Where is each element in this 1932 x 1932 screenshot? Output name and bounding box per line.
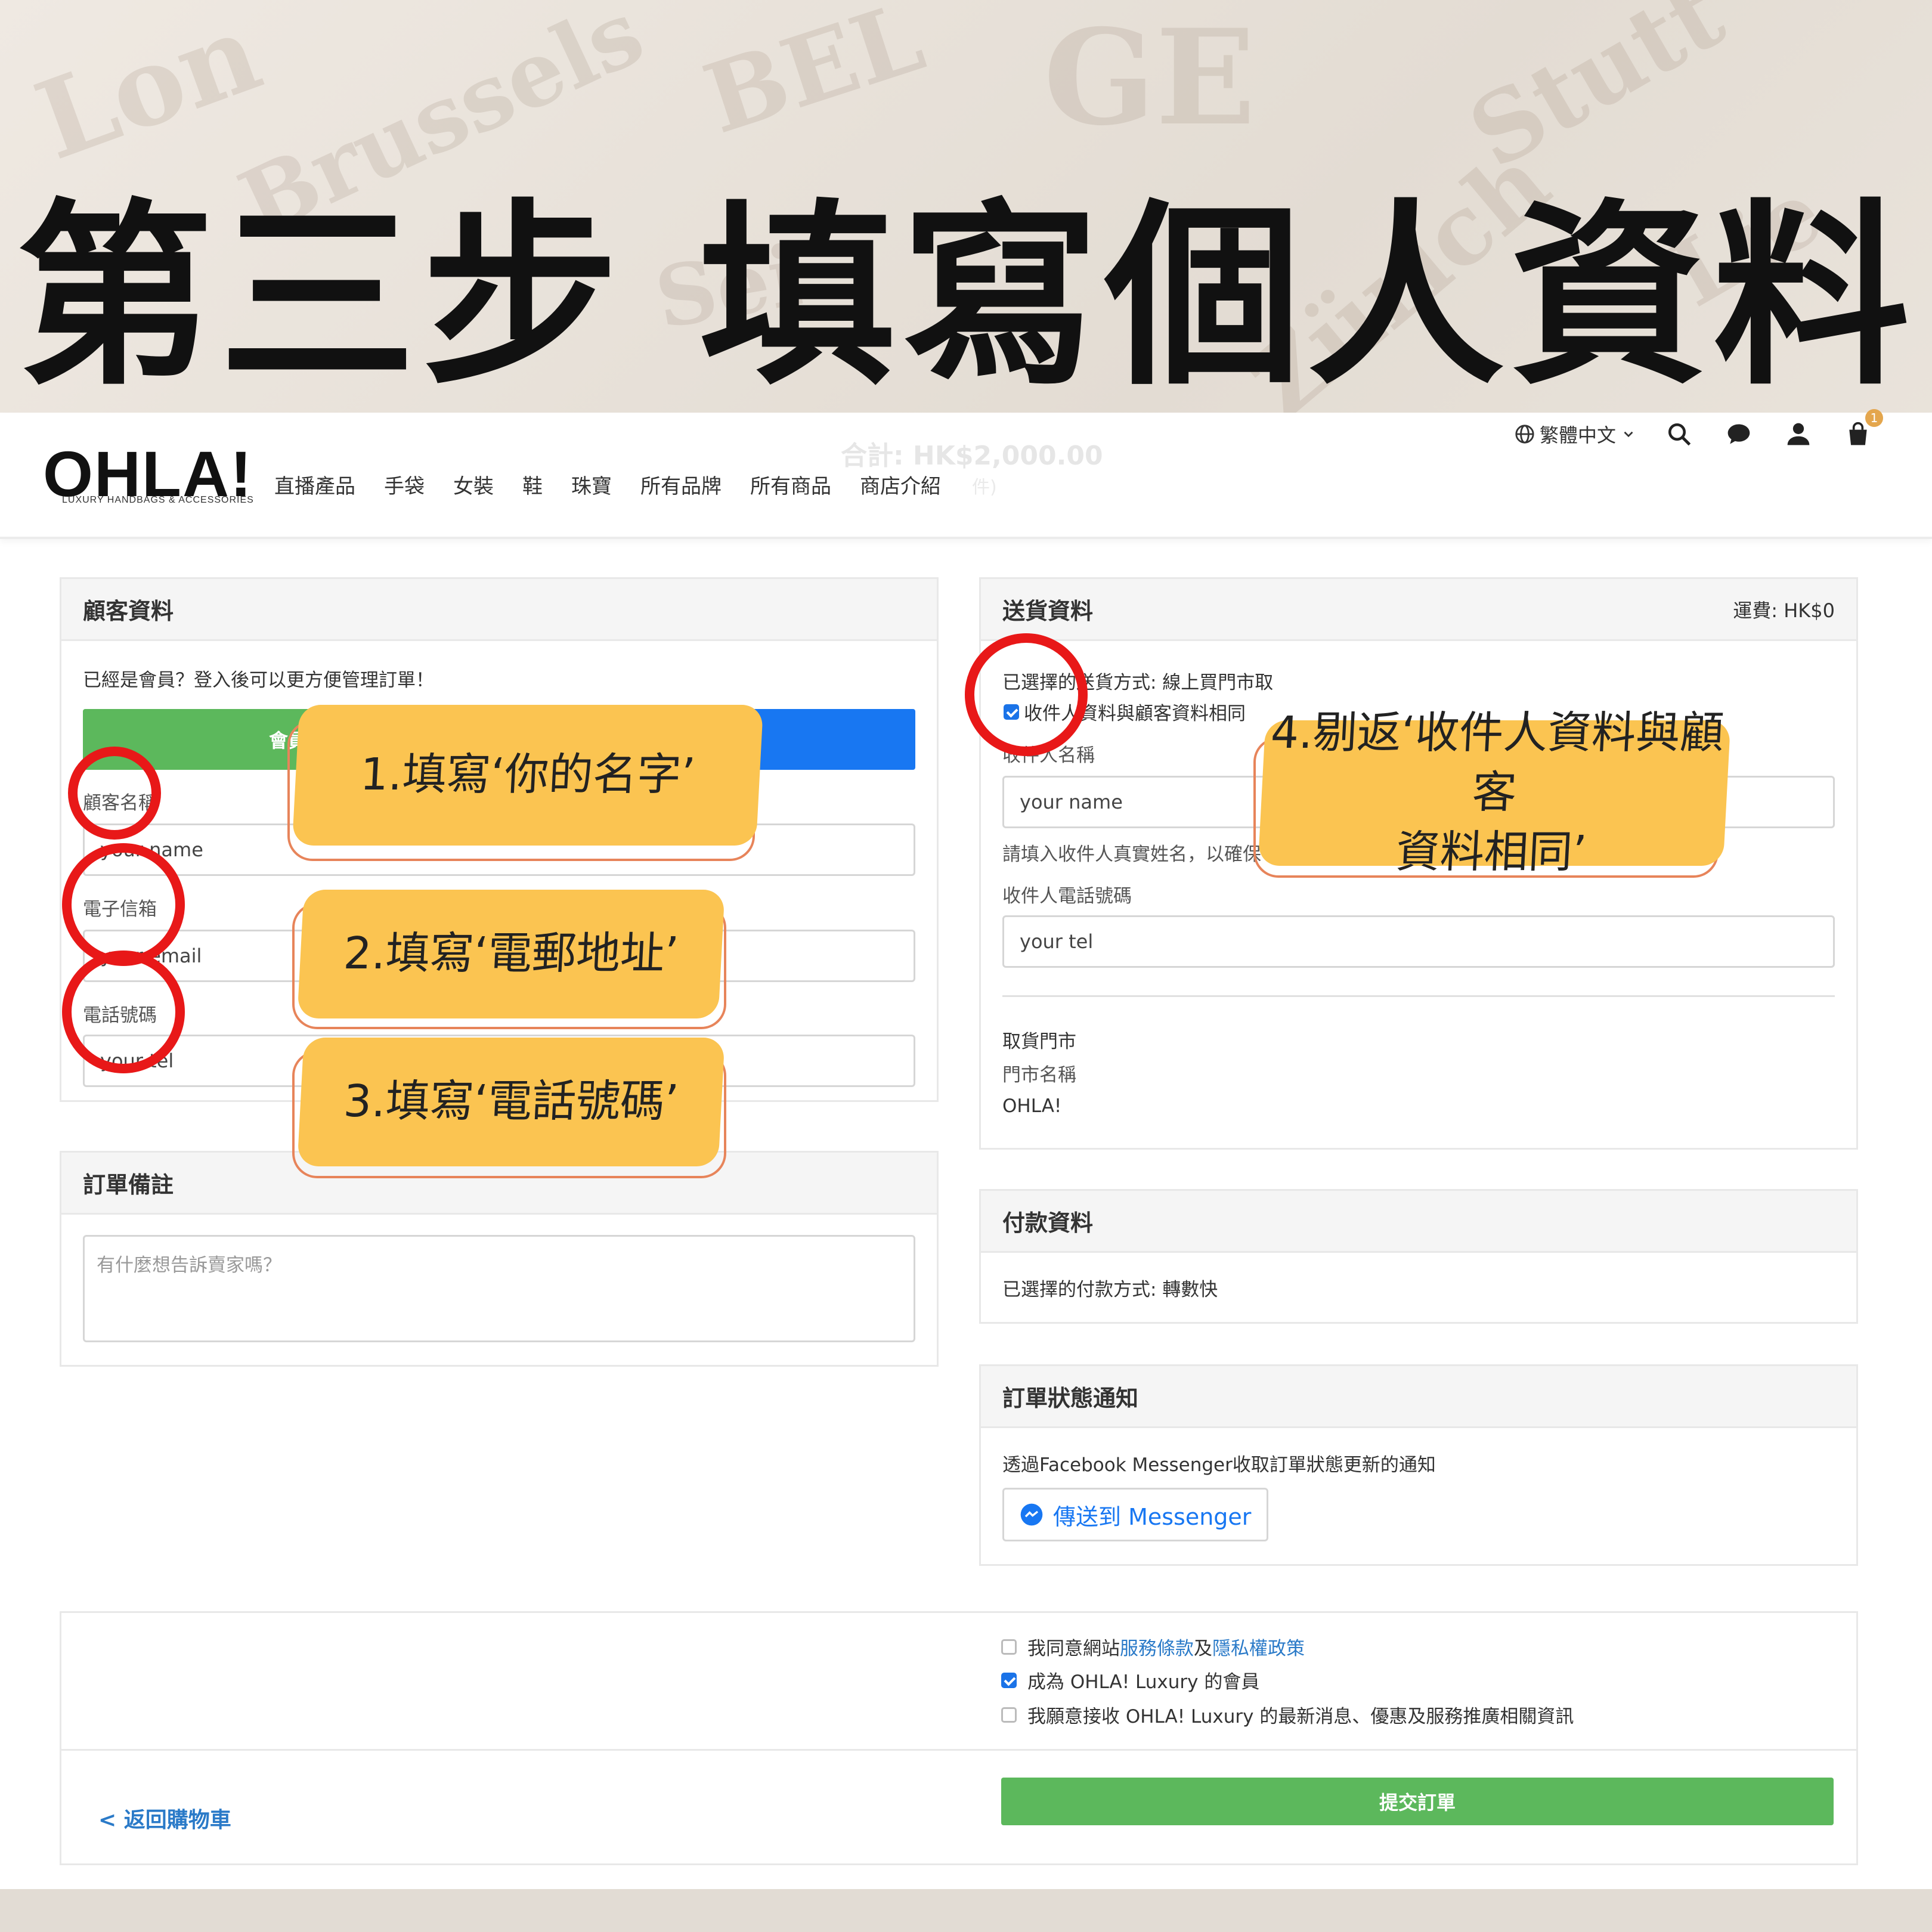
nav-item-shoes[interactable]: 鞋	[522, 470, 543, 499]
globe-icon	[1515, 425, 1534, 444]
page-headline: 第三步 填寫個人資料	[16, 182, 1916, 411]
nav-item-womenswear[interactable]: 女裝	[453, 470, 494, 499]
callout-step-4: 4.剔返‘收件人資料與顧客 資料相同’	[1258, 707, 1731, 878]
newsletter-label: 我願意接收 OHLA! Luxury 的最新消息、優惠及服務推廣相關資訊	[1027, 1706, 1574, 1727]
footer-divider	[61, 1749, 1856, 1751]
highlight-ring-email	[62, 843, 185, 966]
highlight-ring-phone	[62, 950, 185, 1073]
store-name-value: OHLA!	[1002, 1095, 1062, 1117]
user-icon	[1787, 423, 1810, 445]
become-member-label: 成為 OHLA! Luxury 的會員	[1027, 1671, 1260, 1693]
recipient-phone-label: 收件人電話號碼	[1002, 886, 1132, 907]
nav-item-jewelry[interactable]: 珠寶	[571, 470, 612, 499]
language-label: 繁體中文	[1540, 424, 1617, 447]
send-to-messenger-button[interactable]: 傳送到 Messenger	[1002, 1488, 1269, 1541]
privacy-link[interactable]: 隱私權政策	[1212, 1638, 1305, 1659]
account-button[interactable]	[1782, 417, 1815, 451]
submit-order-button[interactable]: 提交訂單	[1001, 1778, 1834, 1825]
header-tools: 繁體中文 1	[1515, 409, 1884, 451]
messenger-icon	[1020, 1503, 1043, 1526]
callout-step-4-line2: 資料相同’	[1394, 826, 1588, 878]
terms-link[interactable]: 服務條款	[1120, 1638, 1194, 1659]
callout-step-4-line1: 4.剔返‘收件人資料與顧客	[1269, 707, 1726, 819]
terms-label: 我同意網站服務條款及隱私權政策	[1027, 1638, 1305, 1659]
bottom-map-strip	[0, 1889, 1932, 1932]
send-to-messenger-label: 傳送到 Messenger	[1053, 1503, 1252, 1530]
back-to-cart-link[interactable]: < 返回購物車	[98, 1803, 231, 1834]
search-button[interactable]	[1662, 417, 1696, 451]
callout-step-3: 3.填寫‘電話號碼’	[297, 1038, 725, 1166]
order-notification-title: 訂單狀態通知	[1002, 1385, 1139, 1411]
highlight-ring-same-as-customer	[965, 633, 1088, 756]
nav-item-live[interactable]: 直播產品	[274, 470, 355, 499]
order-note-title: 訂單備註	[83, 1172, 174, 1198]
main-nav: 直播產品 手袋 女裝 鞋 珠寶 所有品牌 所有商品 商店介紹	[274, 470, 941, 499]
search-icon	[1668, 423, 1691, 446]
pickup-store-label: 取貨門市	[1002, 1031, 1076, 1052]
language-selector[interactable]: 繁體中文	[1515, 420, 1636, 448]
order-note-textarea[interactable]: 有什麼想告訴賣家嗎？	[83, 1235, 915, 1342]
nav-item-brands[interactable]: 所有品牌	[640, 470, 722, 499]
payment-method: 已選擇的付款方式: 轉數快	[1002, 1279, 1218, 1301]
cart-icon	[1849, 422, 1867, 445]
shipping-info-title: 送貨資料	[1002, 598, 1094, 624]
cart-total-ghost: 合計: HK$2,000.00	[841, 441, 1103, 471]
newsletter-checkbox[interactable]	[1001, 1707, 1017, 1723]
shipping-fee: 運費: HK$0	[1733, 599, 1835, 622]
payment-info-title: 付款資料	[1002, 1210, 1094, 1236]
cart-button[interactable]: 1	[1841, 409, 1884, 451]
order-note-panel: 訂單備註 有什麼想告訴賣家嗎？	[60, 1151, 939, 1367]
checkout-screen: OHLA! LUXURY HANDBAGS & ACCESSORIES 合計: …	[0, 409, 1932, 1889]
member-prompt: 已經是會員？登入後可以更方便管理訂單！	[83, 670, 434, 691]
cart-count-badge: 1	[1865, 409, 1884, 427]
agreements-panel: 我同意網站服務條款及隱私權政策 成為 OHLA! Luxury 的會員 我願意接…	[60, 1611, 1858, 1865]
recipient-name-hint: 請填入收件人真實姓名，以確保	[1002, 844, 1261, 865]
nav-item-handbags[interactable]: 手袋	[384, 470, 425, 499]
become-member-checkbox[interactable]	[1001, 1673, 1017, 1688]
site-header: OHLA! LUXURY HANDBAGS & ACCESSORIES 合計: …	[0, 409, 1932, 539]
highlight-ring-name	[68, 747, 161, 840]
callout-step-2: 2.填寫‘電郵地址’	[297, 890, 725, 1018]
payment-info-panel: 付款資料 已選擇的付款方式: 轉數快	[979, 1189, 1858, 1324]
cart-count-ghost: 件)	[972, 477, 997, 498]
recipient-phone-input[interactable]: your tel	[1002, 915, 1835, 968]
callout-step-1: 1.填寫‘你的名字’	[292, 705, 764, 846]
chat-button[interactable]	[1722, 417, 1755, 451]
order-notification-panel: 訂單狀態通知 透過Facebook Messenger收取訂單狀態更新的通知 傳…	[979, 1364, 1858, 1566]
terms-checkbox[interactable]	[1001, 1639, 1017, 1655]
divider	[1002, 995, 1835, 997]
chat-icon	[1727, 424, 1750, 444]
nav-item-all-products[interactable]: 所有商品	[750, 470, 831, 499]
chevron-down-icon	[1624, 431, 1633, 438]
logo-tagline: LUXURY HANDBAGS & ACCESSORIES	[62, 495, 254, 505]
notification-description: 透過Facebook Messenger收取訂單狀態更新的通知	[1002, 1454, 1436, 1476]
customer-info-title: 顧客資料	[83, 598, 174, 624]
store-name-label: 門市名稱	[1002, 1064, 1076, 1086]
nav-item-about[interactable]: 商店介紹	[860, 470, 941, 499]
